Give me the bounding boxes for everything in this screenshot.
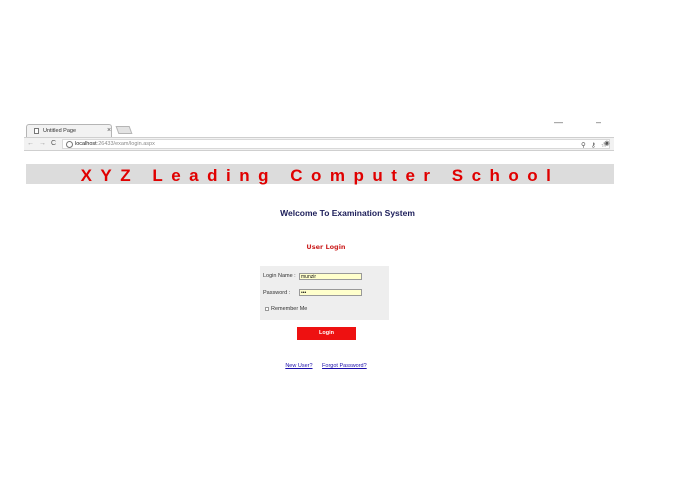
info-icon[interactable] bbox=[66, 141, 73, 148]
page-icon bbox=[34, 128, 39, 134]
search-icon[interactable]: ⚲ bbox=[581, 141, 586, 149]
tab-close-icon[interactable]: × bbox=[107, 127, 111, 134]
user-login-title: User Login bbox=[306, 243, 346, 251]
extension-icon[interactable]: ◉ bbox=[604, 139, 610, 147]
tab-title: Untitled Page bbox=[43, 128, 77, 134]
back-icon[interactable]: ← bbox=[27, 140, 34, 147]
key-icon[interactable]: ⚷ bbox=[591, 141, 596, 149]
password-label: Password : bbox=[263, 290, 291, 296]
remember-me-checkbox[interactable] bbox=[265, 307, 269, 311]
footer-links: New User? Forgot Password? bbox=[0, 363, 652, 369]
password-input[interactable] bbox=[299, 289, 362, 296]
login-form: Login Name : Password : Remember Me bbox=[260, 266, 389, 320]
school-banner: XYZ Leading Computer School bbox=[26, 164, 614, 185]
browser-tab[interactable]: Untitled Page × bbox=[26, 124, 112, 137]
new-user-link[interactable]: New User? bbox=[285, 363, 312, 369]
reload-icon[interactable]: C bbox=[51, 140, 56, 147]
login-button[interactable]: Login bbox=[297, 327, 356, 340]
browser-toolbar: ← → C localhost:26433/exam/login.aspx ⚲ … bbox=[24, 137, 614, 151]
address-bar[interactable]: localhost:26433/exam/login.aspx ⚲ ⚷ ☆ bbox=[62, 139, 610, 149]
tab-strip: Untitled Page × bbox=[24, 124, 614, 137]
remember-me-label: Remember Me bbox=[271, 306, 308, 312]
url-host: localhost bbox=[75, 141, 97, 147]
login-name-label: Login Name : bbox=[263, 273, 296, 279]
school-title: XYZ Leading Computer School bbox=[80, 166, 560, 185]
welcome-heading: Welcome To Examination System bbox=[280, 208, 415, 218]
forgot-password-link[interactable]: Forgot Password? bbox=[322, 363, 367, 369]
login-name-input[interactable] bbox=[299, 273, 362, 280]
url-path: :26433/exam/login.aspx bbox=[96, 141, 155, 147]
forward-icon[interactable]: → bbox=[39, 140, 46, 147]
url-text: localhost:26433/exam/login.aspx bbox=[75, 141, 155, 147]
new-tab-button[interactable] bbox=[115, 126, 133, 134]
